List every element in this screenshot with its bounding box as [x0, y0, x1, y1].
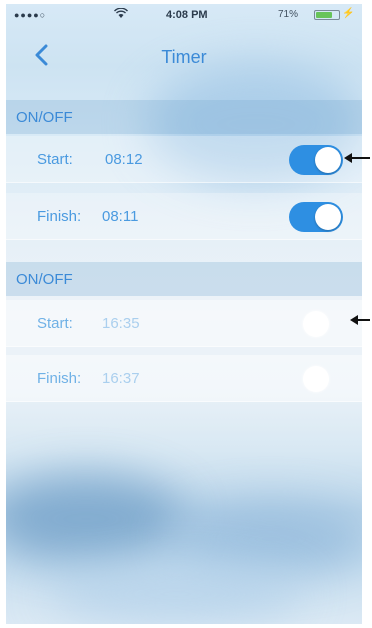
start-label: Start: [37, 315, 73, 332]
finish-time-value[interactable]: 16:37 [102, 370, 140, 387]
section-header-label: ON/OFF [16, 109, 73, 126]
charging-icon: ⚡ [342, 8, 355, 19]
toggle-knob [303, 366, 329, 392]
timer-2-finish-toggle[interactable] [289, 364, 343, 394]
section-header-timer-1: ON/OFF [6, 100, 362, 134]
start-time-value[interactable]: 16:35 [102, 315, 140, 332]
timer-1-start-toggle[interactable] [289, 145, 343, 175]
timer-1-finish-toggle[interactable] [289, 202, 343, 232]
timer-2-finish-row: Finish: 16:37 [6, 355, 362, 402]
page-title: Timer [161, 47, 207, 67]
status-bar: ●●●●○ 4:08 PM 71% ⚡ [6, 4, 362, 26]
annotation-arrow [344, 153, 370, 163]
start-label: Start: [37, 151, 73, 168]
finish-time-value[interactable]: 08:11 [102, 208, 138, 225]
annotation-arrow [350, 315, 370, 325]
wifi-icon [113, 7, 129, 22]
status-time: 4:08 PM [166, 9, 208, 21]
timer-1-start-row: Start: 08:12 [6, 136, 362, 183]
finish-label: Finish: [37, 208, 82, 225]
toggle-knob [315, 147, 341, 173]
nav-bar: Timer [6, 34, 362, 78]
finish-label: Finish: [37, 370, 82, 387]
battery-icon [314, 10, 340, 20]
section-header-label: ON/OFF [16, 271, 73, 288]
toggle-knob [315, 204, 341, 230]
wallpaper-blob [46, 564, 306, 624]
wallpaper-blob [6, 474, 186, 564]
signal-strength-icon: ●●●●○ [14, 10, 47, 20]
start-time-value[interactable]: 08:12 [105, 151, 143, 168]
battery-percent: 71% [278, 9, 299, 20]
timer-2-start-toggle[interactable] [289, 309, 343, 339]
section-header-timer-2: ON/OFF [6, 262, 362, 296]
timer-2-start-row: Start: 16:35 [6, 300, 362, 347]
phone-screen: ●●●●○ 4:08 PM 71% ⚡ Timer ON/OFF Start: … [6, 4, 362, 624]
timer-1-finish-row: Finish: 08:11 [6, 193, 362, 240]
toggle-knob [303, 311, 329, 337]
